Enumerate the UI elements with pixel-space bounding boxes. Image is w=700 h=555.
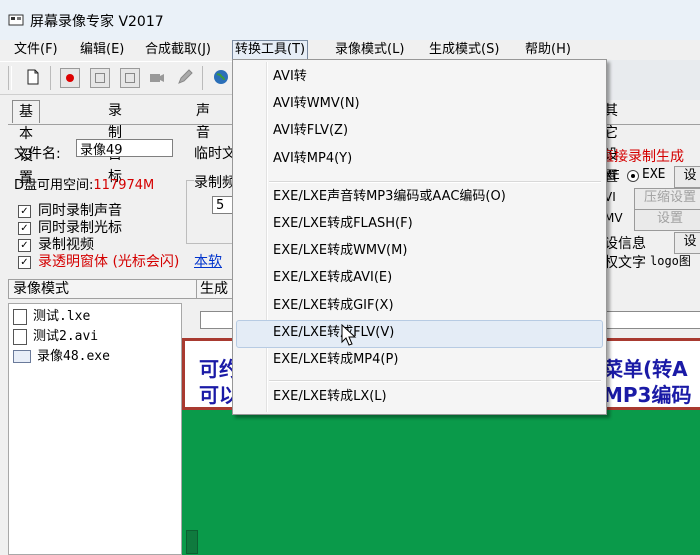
toolbar-grip xyxy=(8,66,12,90)
software-link[interactable]: 本软 xyxy=(194,251,222,271)
banner-line2-right: MP3编码 xyxy=(603,383,692,407)
convert-tools-menu: AVI转 AVI转WMV(N) AVI转FLV(Z) AVI转MP4(Y) EX… xyxy=(232,59,607,415)
menu-item-exe-to-flv[interactable]: EXE/LXE转成FLV(V) xyxy=(273,322,394,344)
menu-item-avi-to-wmv[interactable]: AVI转WMV(N) xyxy=(273,93,360,115)
menu-separator xyxy=(269,181,601,183)
menu-gutter xyxy=(266,62,268,412)
new-file-icon[interactable] xyxy=(24,68,42,86)
file-name: 录像48.exe xyxy=(37,349,110,364)
list-item[interactable]: 测试2.avi xyxy=(13,328,98,346)
menu-file[interactable]: 文件(F) xyxy=(12,40,60,60)
menu-item-exe-to-avi[interactable]: EXE/LXE转成AVI(E) xyxy=(273,267,392,289)
file-list: 测试.lxe 测试2.avi 录像48.exe xyxy=(8,303,182,555)
menu-convert-tools[interactable]: 转换工具(T) xyxy=(232,40,309,60)
menu-edit[interactable]: 编辑(E) xyxy=(78,40,126,60)
menu-item-avi-to-mp4[interactable]: AVI转MP4(Y) xyxy=(273,148,352,170)
pause-button[interactable] xyxy=(90,68,110,88)
menu-record-mode[interactable]: 录像模式(L) xyxy=(333,40,406,60)
settings-button[interactable]: 设置 xyxy=(634,209,700,231)
frame-input[interactable] xyxy=(212,196,234,214)
list-item[interactable]: 录像48.exe xyxy=(13,348,110,366)
menu-item-exe-to-lx[interactable]: EXE/LXE转成LX(L) xyxy=(273,386,387,408)
record-mode-header[interactable]: 录像模式 xyxy=(8,279,200,299)
menu-item-exe-to-wmv[interactable]: EXE/LXE转成WMV(M) xyxy=(273,240,407,262)
document-icon xyxy=(13,308,27,325)
exe-radio[interactable] xyxy=(627,170,639,182)
menu-item-exe-to-mp4[interactable]: EXE/LXE转成MP4(P) xyxy=(273,349,398,371)
camera-icon[interactable] xyxy=(148,68,166,86)
info-label: 设信息 xyxy=(604,236,646,252)
record-transparent-checkbox[interactable]: ✓ xyxy=(18,256,31,269)
record-sound-checkbox[interactable]: ✓ xyxy=(18,205,31,218)
file-name: 测试2.avi xyxy=(33,329,99,344)
menu-generate-mode[interactable]: 生成模式(S) xyxy=(427,40,501,60)
copyright-label: 权文字 xyxy=(604,255,646,271)
temp-label: 临时文 xyxy=(194,146,236,162)
filename-input[interactable] xyxy=(76,139,173,157)
menu-bar: 文件(F) 编辑(E) 合成截取(J) 转换工具(T) 录像模式(L) 生成模式… xyxy=(0,40,700,60)
menu-separator xyxy=(269,380,601,382)
file-name: 测试.lxe xyxy=(33,309,91,324)
globe-icon[interactable] xyxy=(212,68,230,86)
mouse-cursor-icon xyxy=(341,324,357,346)
disk-space: D盘可用空间:117974M xyxy=(14,174,154,193)
record-button[interactable] xyxy=(60,68,80,88)
document-icon xyxy=(13,328,27,345)
toolbar-separator xyxy=(202,66,203,90)
title-bar: 屏幕录像专家 V2017 xyxy=(0,0,700,41)
app-icon xyxy=(8,14,24,26)
stop-button[interactable] xyxy=(120,68,140,88)
set-button-2[interactable]: 设 xyxy=(674,232,700,254)
list-item[interactable]: 测试.lxe xyxy=(13,308,90,326)
filename-label: 文件名: xyxy=(14,146,61,162)
tab-record-target[interactable]: 录制目标 xyxy=(102,100,128,185)
menu-item-exe-sound-to-mp3[interactable]: EXE/LXE声音转MP3编码或AAC编码(O) xyxy=(273,186,506,208)
compress-settings-button[interactable]: 压缩设置 xyxy=(634,188,700,210)
banner-line1-right: 菜单(转A xyxy=(603,357,688,381)
tab-basic-settings[interactable]: 基本设置 xyxy=(12,100,40,186)
menu-compose[interactable]: 合成截取(J) xyxy=(143,40,213,60)
record-cursor-checkbox[interactable]: ✓ xyxy=(18,222,31,235)
disk-label: D盘可用空间: xyxy=(14,178,94,193)
tab-sound[interactable]: 声音 xyxy=(190,100,216,141)
exe-radio-label: EXE xyxy=(642,167,666,182)
window-title: 屏幕录像专家 V2017 xyxy=(30,14,164,30)
pen-icon[interactable] xyxy=(176,68,194,86)
preview-scroll-handle[interactable] xyxy=(186,530,198,554)
disk-value: 117974M xyxy=(93,178,155,193)
record-video-checkbox[interactable]: ✓ xyxy=(18,239,31,252)
logo-label: logo图 xyxy=(650,254,691,268)
record-transparent-label: 录透明窗体 (光标会闪) xyxy=(38,254,180,270)
frame-label: 录制频 xyxy=(194,172,236,192)
exe-window-icon xyxy=(13,350,31,363)
set-button-1[interactable]: 设 xyxy=(674,166,700,188)
menu-item-avi-to-flv[interactable]: AVI转FLV(Z) xyxy=(273,120,348,142)
menu-help[interactable]: 帮助(H) xyxy=(523,40,573,60)
direct-generate-label: 直接录制生成 xyxy=(600,149,684,165)
menu-item-exe-to-gif[interactable]: EXE/LXE转成GIF(X) xyxy=(273,295,394,317)
menu-item-exe-to-flash[interactable]: EXE/LXE转成FLASH(F) xyxy=(273,213,413,235)
menu-item-avi-to[interactable]: AVI转 xyxy=(273,66,307,88)
preview-area xyxy=(182,410,700,555)
toolbar-separator xyxy=(50,66,51,90)
